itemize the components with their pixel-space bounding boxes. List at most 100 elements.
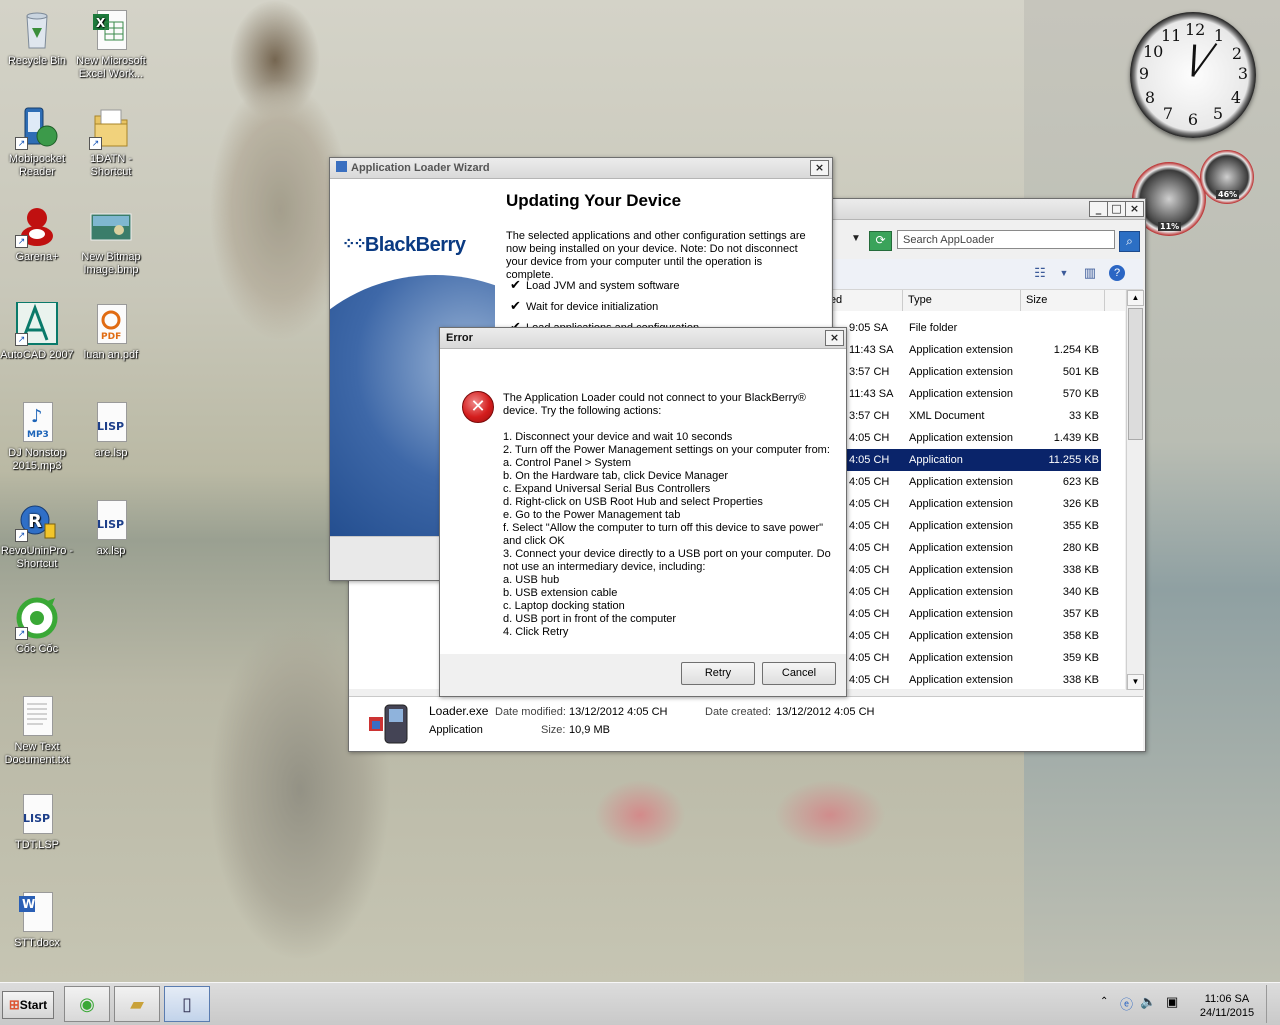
row-size: 355 KB [1062,520,1099,532]
maximize-button[interactable]: □ [1107,201,1126,217]
network-icon[interactable]: ▣ [1166,994,1178,1010]
row-time: 4:05 CH [849,674,890,686]
details-filename: Loader.exe [429,704,489,718]
shortcut-arrow-icon: ↗ [89,137,102,150]
row-type: Application extension [909,542,1013,554]
taskbar: ⊞Start ◉ ▰ ▯ ⌃ ⓔ 🔈 ▣ 11:06 SA 24/11/2015 [0,982,1280,1025]
taskbar-explorer[interactable]: ▰ [114,986,160,1022]
row-time: 4:05 CH [849,476,890,488]
desktop-icon-coccoc[interactable]: ↗ Cốc Cốc [0,596,74,656]
row-type: Application extension [909,674,1013,686]
row-type: Application extension [909,652,1013,664]
blackberry-app-icon [369,704,408,744]
lisp-file-icon: LISP [15,792,59,836]
desktop-icon-autocad[interactable]: ↗ AutoCAD 2007 [0,301,74,362]
desktop-icon-stt-docx[interactable]: W STT.docx [0,890,74,950]
row-size: 359 KB [1062,652,1099,664]
system-tray: ⌃ ⓔ 🔈 ▣ 11:06 SA 24/11/2015 [1094,986,1256,1022]
row-size: 358 KB [1062,630,1099,642]
blackberry-logo: ⁘⁘BlackBerry [342,234,466,256]
volume-icon[interactable]: 🔈 [1140,994,1156,1010]
folder-icon: ▰ [130,994,144,1014]
row-time: 4:05 CH [849,454,890,466]
wallpaper-flowers [560,770,920,860]
row-time: 4:05 CH [849,652,890,664]
row-time: 3:57 CH [849,366,890,378]
help-icon[interactable]: ? [1109,265,1125,281]
wizard-close-button[interactable]: × [810,160,829,176]
close-button[interactable]: × [1125,201,1144,217]
word-document-icon: W [15,890,59,934]
desktop-icon-bitmap[interactable]: New Bitmap Image.bmp [74,204,148,277]
row-size: 501 KB [1062,366,1099,378]
row-size: 357 KB [1062,608,1099,620]
row-size: 338 KB [1062,564,1099,576]
column-size[interactable]: Size [1021,290,1105,311]
shortcut-arrow-icon: ↗ [15,137,28,150]
row-type: Application [909,454,963,466]
cancel-button[interactable]: Cancel [762,662,836,685]
desktop-icon-garena[interactable]: ↗ Garena+ [0,204,74,264]
desktop-icon-mobipocket[interactable]: ↗ Mobipocket Reader [0,106,74,179]
scroll-up-icon[interactable]: ▲ [1127,290,1144,306]
wizard-heading: Updating Your Device [506,191,682,210]
music-note-icon: ♪ [31,406,43,427]
preview-pane-icon[interactable]: ▥ [1081,265,1099,281]
view-dropdown-icon[interactable]: ▼ [1055,265,1073,281]
error-body: ✕ The Application Loader could not conne… [440,349,846,654]
row-time: 11:43 SA [849,344,894,356]
blackberry-app-icon: ▯ [182,994,192,1014]
row-time: 4:05 CH [849,520,890,532]
desktop-icon-excel[interactable]: X New Microsoft Excel Work... [74,8,148,81]
search-input[interactable]: Search AppLoader [897,230,1115,249]
clock-gadget[interactable]: 12 1 2 3 4 5 6 7 8 9 10 11 [1130,12,1256,138]
taskbar-coccoc[interactable]: ◉ [64,986,110,1022]
row-time: 4:05 CH [849,630,890,642]
desktop-icon-revo[interactable]: R ↗ RevoUninPro - Shortcut [0,498,74,571]
details-date-modified: 13/12/2012 4:05 CH [569,706,668,718]
error-close-button[interactable]: × [825,330,844,346]
checkmark-icon: ✔ [510,278,521,293]
minimize-button[interactable]: _ [1089,201,1108,217]
show-desktop-button[interactable] [1266,985,1279,1023]
details-size: 10,9 MB [569,724,610,736]
desktop-icon-datn-shortcut[interactable]: ↗ 1ĐATN - Shortcut [74,106,148,179]
taskbar-app-loader[interactable]: ▯ [164,986,210,1022]
start-button[interactable]: ⊞Start [2,991,54,1019]
desktop-icon-tdt-lsp[interactable]: LISP TDT.LSP [0,792,74,852]
wizard-titlebar[interactable]: Application Loader Wizard × [330,158,832,179]
error-dialog[interactable]: Error × ✕ The Application Loader could n… [439,327,847,697]
cpu-meter-gadget[interactable]: 11% 46% [1130,150,1255,240]
desktop-icon-recycle-bin[interactable]: Recycle Bin [0,8,74,68]
row-type: Application extension [909,476,1013,488]
vertical-scrollbar[interactable]: ▲ ▼ [1126,290,1144,690]
scroll-thumb[interactable] [1128,308,1143,440]
desktop-icon-are-lsp[interactable]: LISP are.lsp [74,400,148,460]
desktop-icon-ax-lsp[interactable]: LISP ax.lsp [74,498,148,558]
show-hidden-icons[interactable]: ⌃ [1100,996,1108,1007]
desktop-icon-text-doc[interactable]: New Text Document.txt [0,694,74,767]
taskbar-clock[interactable]: 11:06 SA 24/11/2015 [1198,992,1256,1020]
desktop-icon-mp3[interactable]: ♪ MP3 DJ Nonstop 2015.mp3 [0,400,74,473]
language-icon[interactable]: ⓔ [1120,994,1133,1013]
details-kind: Application [429,724,483,736]
error-message: The Application Loader could not connect… [503,392,831,638]
desktop-icon-pdf[interactable]: PDF luan an.pdf [74,302,148,362]
app-icon [336,161,347,172]
excel-file-icon: X [89,8,133,52]
scroll-down-icon[interactable]: ▼ [1127,674,1144,690]
refresh-icon[interactable]: ⟳ [869,231,892,251]
search-icon[interactable]: ⌕ [1119,231,1140,252]
error-titlebar[interactable]: Error × [440,328,846,349]
row-size: 11.255 KB [1048,454,1099,466]
row-size: 623 KB [1062,476,1099,488]
address-dropdown-icon[interactable]: ▼ [851,233,861,244]
checkmark-icon: ✔ [510,299,521,314]
row-time: 4:05 CH [849,498,890,510]
row-size: 1.439 KB [1053,432,1099,444]
retry-button[interactable]: Retry [681,662,755,685]
column-type[interactable]: Type [903,290,1021,311]
svg-text:R: R [28,511,42,532]
view-options-icon[interactable]: ☷ [1031,265,1049,281]
row-size: 338 KB [1062,674,1099,686]
